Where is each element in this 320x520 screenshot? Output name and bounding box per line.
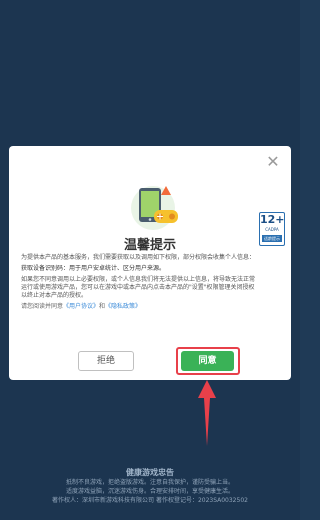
permission-device-id: 获取设备识别码：用于用户安卓统计、区分用户来源。 (21, 265, 166, 272)
health-advisory-title: 健康游戏忠告 (126, 468, 174, 477)
agree-button-highlight: 同意 (176, 347, 240, 375)
close-icon[interactable]: ✕ (265, 154, 281, 170)
privacy-policy-link[interactable]: 《隐私政策》 (105, 303, 141, 310)
permission-dialog: ✕ 12+ CADPA 适龄提示 温馨提示 为提供本产品的基本服务，我们需要获取… (9, 146, 291, 380)
user-agreement-link[interactable]: 《用户协议》 (63, 303, 99, 310)
dialog-title: 温馨提示 (123, 238, 176, 253)
reject-button[interactable]: 拒绝 (78, 351, 134, 371)
dialog-body: 为提供本产品的基本服务，我们需要获取以及调用如下权限，部分权限会收集个人信息： … (21, 254, 259, 314)
agree-button[interactable]: 同意 (181, 351, 234, 371)
agreement-prefix: 请您阅读并同意 (21, 303, 64, 310)
phone-gamepad-illustration (131, 186, 178, 230)
pointer-arrow-icon (198, 380, 216, 446)
permission-refusal-note: 如果您不同意调用以上必要权限，或个人信息我们将无法提供以上信息，将导致无法正常运… (21, 276, 256, 299)
age-rating-number: 12+ (260, 213, 285, 226)
health-advisory-line-1: 抵制不良游戏，拒绝盗版游戏。注意自我保护，谨防受骗上当。 (65, 479, 234, 486)
agreement-line: 请您阅读并同意《用户协议》和《隐私政策》 (21, 303, 259, 311)
health-advisory: 健康游戏忠告 抵制不良游戏，拒绝盗版游戏。注意自我保护，谨防受骗上当。 适度游戏… (0, 468, 300, 505)
health-advisory-line-2: 适度游戏益脑，沉迷游戏伤身。合理安排时间，享受健康生活。 (65, 488, 234, 495)
age-rating-org: CADPA (265, 227, 279, 232)
permission-intro: 为提供本产品的基本服务，我们需要获取以及调用如下权限，部分权限会收集个人信息： (21, 254, 256, 261)
copyright-line: 著作权人：深圳市新游戏科技有限公司 著作权登记号：2023SA0032502 (52, 497, 248, 504)
